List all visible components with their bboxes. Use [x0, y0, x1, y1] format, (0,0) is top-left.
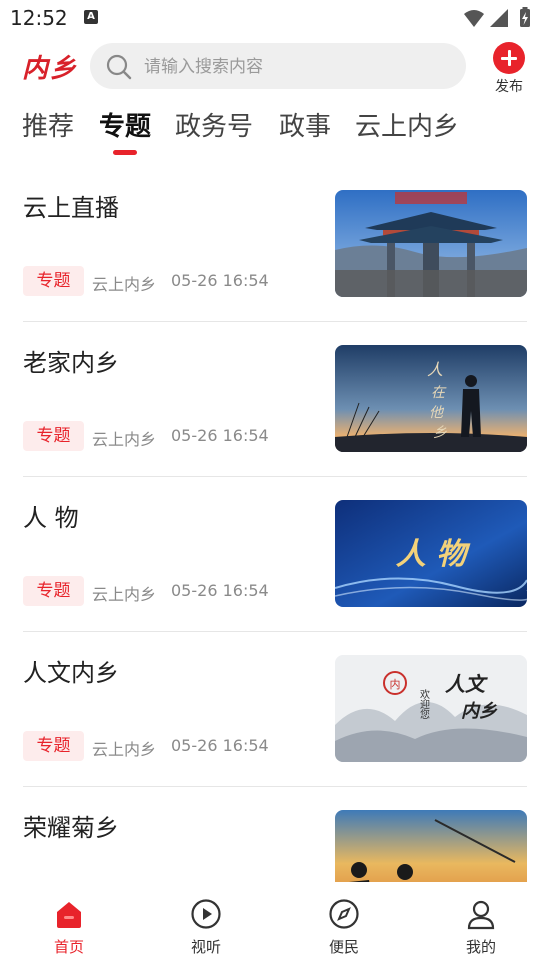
tab-government-accounts[interactable]: 政务号	[175, 106, 253, 143]
status-time: 12:52	[10, 6, 68, 30]
wifi-icon	[464, 10, 484, 27]
news-time: 05-26 16:54	[171, 426, 269, 445]
svg-text:乡: 乡	[433, 425, 447, 441]
category-tabs: 推荐 专题 政务号 政事 云上内乡	[0, 102, 550, 162]
app-logo[interactable]: 内乡	[22, 48, 78, 85]
svg-text:人: 人	[427, 360, 443, 379]
active-tab-indicator	[113, 150, 137, 155]
topic-tag: 专题	[23, 421, 84, 451]
news-source: 云上内乡	[92, 585, 157, 604]
app-header: 内乡 发布	[0, 36, 550, 100]
news-title[interactable]: 人文内乡	[23, 653, 119, 688]
news-meta: 专题 云上内乡 05-26 16:54	[23, 576, 323, 608]
status-icons	[464, 7, 530, 27]
tab-government-affairs[interactable]: 政事	[279, 106, 331, 143]
gate-archway-image[interactable]	[335, 190, 527, 297]
sunset-silhouette-image[interactable]: 人 在 他 乡	[335, 345, 527, 452]
news-meta: 专题 云上内乡 05-26 16:54	[23, 731, 323, 763]
topic-tag: 专题	[23, 731, 84, 761]
topic-tag: 专题	[23, 266, 84, 296]
news-meta: 专题 云上内乡 05-26 16:54	[23, 266, 323, 298]
list-item[interactable]: 人文内乡 专题 云上内乡 05-26 16:54 内 欢迎您 人文 内乡	[23, 655, 527, 810]
divider	[23, 631, 527, 632]
svg-text:内: 内	[390, 677, 401, 691]
news-time: 05-26 16:54	[171, 736, 269, 755]
compass-icon	[329, 899, 359, 929]
nav-label: 便民	[328, 938, 359, 956]
ink-mountain-image[interactable]: 内 欢迎您 人文 内乡	[335, 655, 527, 762]
list-item[interactable]: 老家内乡 专题 云上内乡 05-26 16:54 人 在 他 乡	[23, 345, 527, 500]
list-item[interactable]: 云上直播 专题 云上内乡 05-26 16:54	[23, 190, 527, 345]
home-icon	[57, 902, 81, 928]
svg-text:内乡: 内乡	[461, 701, 498, 722]
publish-label: 发布	[495, 79, 523, 95]
search-input[interactable]	[142, 43, 456, 91]
search-icon	[106, 54, 132, 80]
thumb-calligraphy: 人 物	[396, 537, 471, 572]
notification-badge-icon: A	[84, 10, 98, 24]
svg-text:他: 他	[429, 405, 445, 421]
nav-label: 我的	[465, 938, 496, 956]
news-time: 05-26 16:54	[171, 581, 269, 600]
topic-tag: 专题	[23, 576, 84, 606]
nav-audio-video[interactable]: 视听	[166, 898, 246, 958]
news-list[interactable]: 云上直播 专题 云上内乡 05-26 16:54 老家内乡 专题 云上内乡 05…	[0, 190, 550, 882]
nav-label: 视听	[190, 938, 221, 956]
thumb-welcome: 欢迎您	[418, 688, 430, 719]
list-item[interactable]: 荣耀菊乡	[23, 810, 527, 882]
news-title[interactable]: 云上直播	[23, 190, 119, 223]
news-title[interactable]: 荣耀菊乡	[23, 808, 119, 843]
svg-text:在: 在	[431, 385, 447, 401]
news-title[interactable]: 人 物	[23, 498, 79, 533]
news-meta: 专题 云上内乡 05-26 16:54	[23, 421, 323, 453]
nav-profile[interactable]: 我的	[441, 898, 521, 958]
nav-services[interactable]: 便民	[304, 898, 384, 958]
nav-label: 首页	[53, 938, 84, 956]
news-source: 云上内乡	[92, 740, 157, 759]
bottom-navigation: 首页 视听 便民 我的	[0, 882, 550, 979]
news-time: 05-26 16:54	[171, 271, 269, 290]
nav-home[interactable]: 首页	[29, 898, 109, 958]
publish-button[interactable]: 发布	[490, 42, 528, 102]
tab-recommend[interactable]: 推荐	[22, 106, 74, 143]
play-icon	[191, 899, 221, 929]
divider	[23, 786, 527, 787]
sunset-crane-image[interactable]	[335, 810, 527, 882]
blue-calligraphy-image[interactable]: 人 物	[335, 500, 527, 607]
divider	[23, 321, 527, 322]
news-source: 云上内乡	[92, 430, 157, 449]
tab-topics[interactable]: 专题	[99, 106, 151, 143]
search-bar[interactable]	[90, 43, 466, 91]
status-bar: 12:52 A	[0, 0, 550, 36]
tab-cloud-neixiang[interactable]: 云上内乡	[355, 106, 459, 143]
profile-icon	[467, 900, 495, 930]
news-source: 云上内乡	[92, 275, 157, 294]
list-item[interactable]: 人 物 专题 云上内乡 05-26 16:54 人 物	[23, 500, 527, 655]
news-title[interactable]: 老家内乡	[23, 343, 119, 378]
signal-icon	[490, 9, 508, 27]
divider	[23, 476, 527, 477]
svg-text:人文: 人文	[445, 672, 488, 696]
add-icon	[493, 42, 525, 74]
